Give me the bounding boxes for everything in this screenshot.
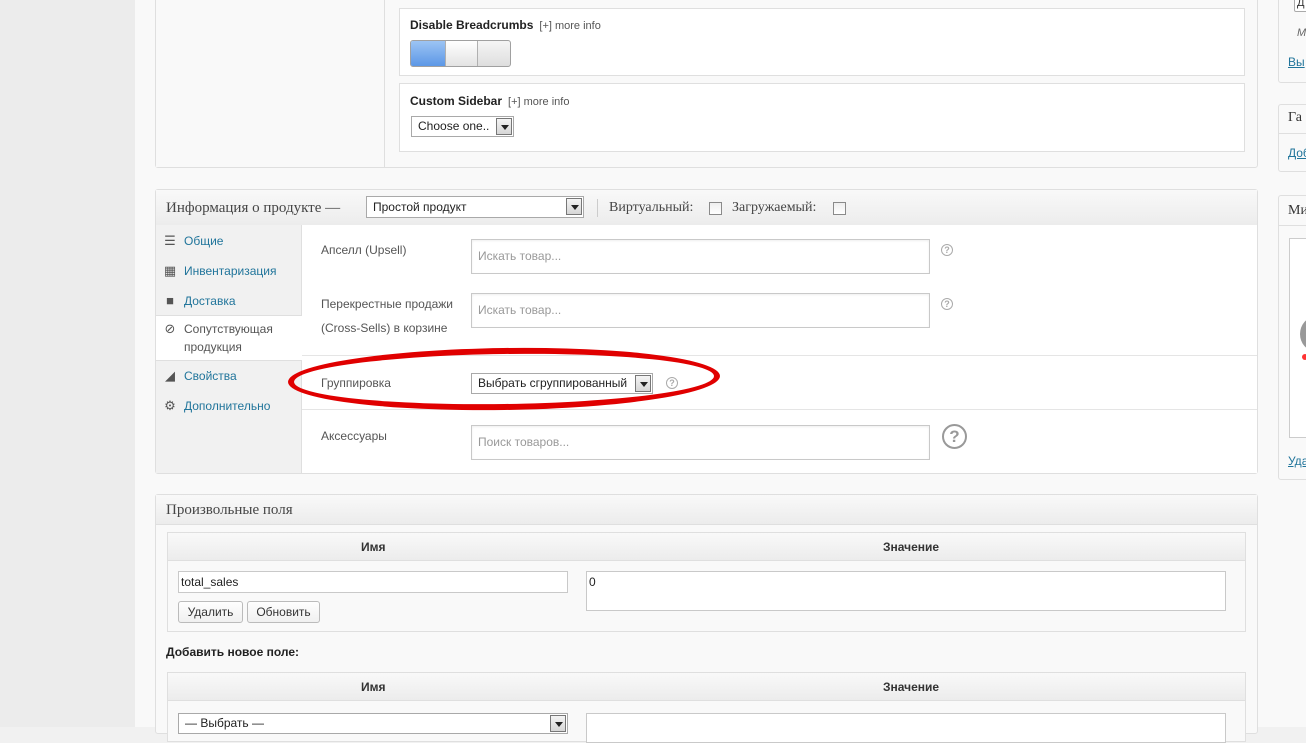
link-icon: ⊘ bbox=[164, 321, 176, 336]
toggle-knob[interactable] bbox=[445, 41, 478, 66]
breadcrumbs-more-info-link[interactable]: [+] more info bbox=[539, 20, 600, 32]
downloadable-label: Загружаемый: bbox=[732, 200, 817, 215]
tab-linked-products[interactable]: ⊘ Сопутствующая продукция bbox=[156, 315, 303, 361]
upsell-label: Апселл (Upsell) bbox=[321, 243, 407, 257]
downloadable-checkbox[interactable] bbox=[833, 202, 846, 215]
accessories-label: Аксессуары bbox=[321, 429, 387, 443]
new-col-value-header: Значение bbox=[883, 680, 940, 694]
crosssell-label: Перекрестные продажи (Cross-Sells) в кор… bbox=[321, 297, 453, 335]
sidebar-link[interactable]: Вы bbox=[1288, 55, 1305, 69]
custom-fields-table-header: Имя Значение bbox=[168, 533, 1245, 561]
disable-breadcrumbs-option: Disable Breadcrumbs [+] more info bbox=[399, 8, 1245, 76]
tab-general[interactable]: ☰ Общие bbox=[156, 229, 302, 259]
truck-icon: ■ bbox=[166, 293, 174, 308]
publish-box bbox=[1278, 0, 1306, 83]
custom-sidebar-title: Custom Sidebar [+] more info bbox=[410, 94, 570, 108]
meta-key-input[interactable]: total_sales bbox=[178, 571, 568, 593]
tab-inventory[interactable]: ▦ Инвентаризация bbox=[156, 259, 302, 289]
theme-options-box: Disable Breadcrumbs [+] more info Custom … bbox=[155, 0, 1258, 168]
new-field-table-header: Имя Значение bbox=[168, 673, 1245, 701]
update-field-button[interactable]: Обновить bbox=[247, 601, 320, 623]
delete-field-button[interactable]: Удалить bbox=[178, 601, 243, 623]
theme-options-sidebar-column bbox=[156, 0, 385, 167]
accessories-search-input[interactable]: Поиск товаров... bbox=[471, 425, 930, 460]
sliders-icon: ☰ bbox=[164, 233, 176, 248]
col-value-header: Значение bbox=[883, 540, 940, 554]
disable-breadcrumbs-title: Disable Breadcrumbs [+] more info bbox=[410, 18, 601, 32]
thumbnail-box-divider bbox=[1279, 225, 1306, 226]
chevron-down-icon bbox=[566, 198, 582, 215]
thumbnail-box-title: Ми bbox=[1288, 203, 1306, 218]
sidebar-m-text: М bbox=[1297, 27, 1306, 39]
gallery-box-divider bbox=[1279, 133, 1306, 134]
custom-fields-title: Произвольные поля bbox=[166, 502, 293, 518]
new-field-table: Имя Значение — Выбрать — bbox=[167, 672, 1246, 743]
admin-menu-background bbox=[0, 0, 135, 727]
virtual-checkbox[interactable] bbox=[709, 202, 722, 215]
tab-advanced[interactable]: ⚙ Дополнительно bbox=[156, 393, 302, 423]
accessories-help-icon[interactable]: ? bbox=[942, 424, 967, 449]
new-meta-key-select[interactable]: — Выбрать — bbox=[178, 713, 568, 734]
thumbnail-remove-link[interactable]: Уда bbox=[1288, 454, 1306, 468]
thumbnail-image[interactable] bbox=[1289, 238, 1306, 438]
col-name-header: Имя bbox=[361, 540, 386, 554]
upsell-help-icon[interactable]: ? bbox=[941, 244, 953, 256]
custom-sidebar-select[interactable]: Choose one.. bbox=[411, 116, 514, 137]
thumbnail-dot bbox=[1302, 354, 1306, 360]
tab-inventory-label: Инвентаризация bbox=[184, 264, 277, 278]
gear-icon: ⚙ bbox=[164, 398, 176, 413]
toggle-on-segment bbox=[411, 41, 446, 66]
product-type-select-value: Простой продукт bbox=[373, 200, 467, 214]
custom-fields-table: Имя Значение total_sales 0 Удалить Обнов… bbox=[167, 532, 1246, 632]
custom-sidebar-option: Custom Sidebar [+] more info Choose one.. bbox=[399, 83, 1245, 152]
chevron-down-icon bbox=[550, 715, 566, 732]
thumbnail-shape bbox=[1300, 317, 1306, 351]
custom-sidebar-select-value: Choose one.. bbox=[418, 119, 490, 133]
gallery-add-link[interactable]: Доб bbox=[1288, 146, 1306, 160]
product-data-title: Информация о продукте — bbox=[166, 200, 341, 216]
product-data-tabs: ☰ Общие ▦ Инвентаризация ■ Доставка ⊘ Со… bbox=[156, 225, 303, 473]
crosssell-help-icon[interactable]: ? bbox=[941, 298, 953, 310]
virtual-label: Виртуальный: bbox=[609, 200, 694, 215]
product-type-select[interactable]: Простой продукт bbox=[366, 196, 584, 218]
new-col-name-header: Имя bbox=[361, 680, 386, 694]
crosssell-search-input[interactable]: Искать товар... bbox=[471, 293, 930, 328]
custom-fields-header: Произвольные поля bbox=[156, 495, 1257, 525]
header-divider bbox=[597, 199, 598, 217]
custom-fields-box: Произвольные поля Имя Значение total_sal… bbox=[155, 494, 1258, 743]
tab-linked-products-label: Сопутствующая продукция bbox=[184, 322, 273, 354]
product-data-box: Информация о продукте — Простой продукт … bbox=[155, 189, 1258, 474]
tab-general-label: Общие bbox=[184, 234, 224, 248]
add-new-field-label: Добавить новое поле: bbox=[166, 645, 300, 659]
boxes-icon: ▦ bbox=[163, 263, 177, 278]
ruler-icon: ◢ bbox=[165, 368, 175, 383]
sidebar-more-info-link[interactable]: [+] more info bbox=[508, 96, 569, 108]
new-meta-key-select-value: — Выбрать — bbox=[185, 716, 265, 730]
tab-attributes[interactable]: ◢ Свойства bbox=[156, 363, 302, 393]
new-meta-value-textarea[interactable] bbox=[586, 713, 1226, 743]
gallery-box-title: Га bbox=[1288, 110, 1302, 125]
tab-shipping-label: Доставка bbox=[184, 294, 236, 308]
tab-advanced-label: Дополнительно bbox=[184, 399, 271, 413]
meta-value-textarea[interactable]: 0 bbox=[586, 571, 1226, 611]
product-data-header: Информация о продукте — Простой продукт … bbox=[156, 190, 1257, 226]
disable-breadcrumbs-toggle[interactable] bbox=[410, 40, 511, 67]
chevron-down-icon bbox=[496, 118, 512, 135]
tab-attributes-label: Свойства bbox=[184, 369, 237, 383]
upsell-search-input[interactable]: Искать товар... bbox=[471, 239, 930, 274]
sidebar-top-button[interactable]: Д bbox=[1294, 0, 1306, 12]
